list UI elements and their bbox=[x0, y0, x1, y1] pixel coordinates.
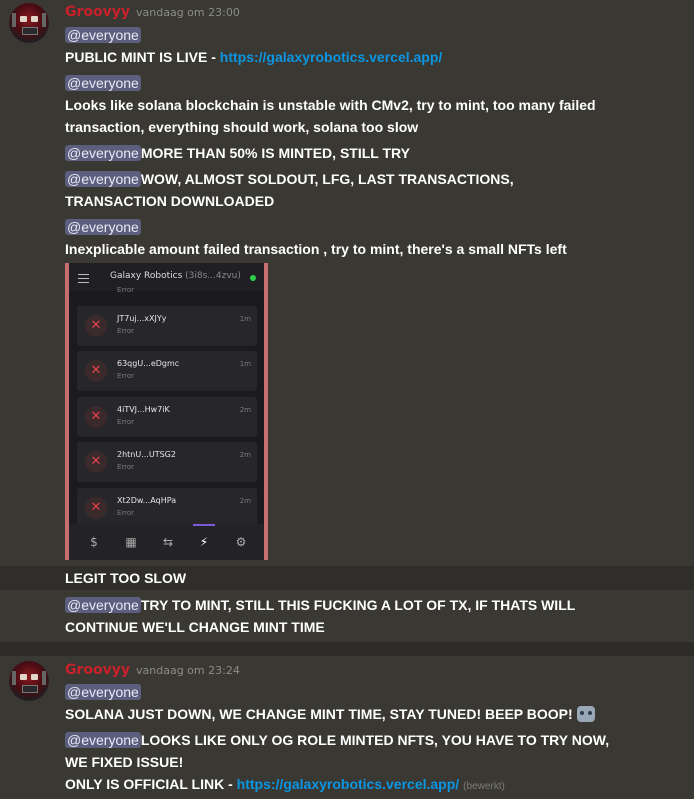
message-header: Groovyy vandaag om 23:00 bbox=[65, 4, 240, 20]
error-x-icon: ✕ bbox=[85, 406, 107, 428]
transaction-row: ✕ 63qgU...eDgmc Error 1m bbox=[77, 351, 257, 391]
wallet-topbar: Galaxy Robotics (3i8s...4zvu) bbox=[69, 263, 264, 291]
connected-dot-icon bbox=[250, 275, 256, 281]
message-line: @everyone LOOKS LIKE ONLY OG ROLE MINTED … bbox=[65, 732, 610, 748]
message-line: PUBLIC MINT IS LIVE - https://galaxyrobo… bbox=[65, 49, 443, 65]
partial-status: Error bbox=[117, 286, 135, 294]
transaction-row: ✕ 4iTVJ...Hw7iK Error 2m bbox=[77, 397, 257, 437]
grid-icon: ▦ bbox=[125, 535, 137, 549]
message-line: TRANSACTION DOWNLOADED bbox=[65, 193, 275, 209]
message-group-1: Groovyy vandaag om 23:00 @everyone PUBLIC… bbox=[0, 0, 694, 660]
attachment-image[interactable]: Galaxy Robotics (3i8s...4zvu) Error ✕ JT… bbox=[65, 263, 268, 560]
official-link[interactable]: https://galaxyrobotics.vercel.app/ bbox=[237, 776, 460, 792]
message-line: @everyone bbox=[65, 72, 141, 94]
user-avatar[interactable] bbox=[9, 3, 49, 43]
timestamp: vandaag om 23:24 bbox=[136, 664, 240, 677]
message-line: transaction, everything should work, sol… bbox=[65, 119, 419, 135]
mention-everyone[interactable]: @everyone bbox=[65, 684, 141, 700]
wallet-title: Galaxy Robotics (3i8s...4zvu) bbox=[110, 271, 241, 281]
message-line: ONLY IS OFFICIAL LINK - https://galaxyro… bbox=[65, 776, 505, 792]
error-x-icon: ✕ bbox=[85, 360, 107, 382]
transaction-row: ✕ JT7uj...xXJYy Error 1m bbox=[77, 306, 257, 346]
message-line: LEGIT TOO SLOW bbox=[65, 570, 187, 586]
swap-icon: ⇆ bbox=[162, 535, 174, 549]
username[interactable]: Groovyy bbox=[65, 4, 130, 20]
menu-icon bbox=[78, 274, 89, 283]
message-line: Inexplicable amount failed transaction ,… bbox=[65, 241, 567, 257]
error-x-icon: ✕ bbox=[85, 315, 107, 337]
message-line: @everyone bbox=[65, 216, 141, 238]
edited-label: (bewerkt) bbox=[463, 781, 505, 792]
mention-everyone[interactable]: @everyone bbox=[65, 597, 141, 613]
mention-everyone[interactable]: @everyone bbox=[65, 27, 141, 43]
mention-everyone[interactable]: @everyone bbox=[65, 219, 141, 235]
mention-everyone[interactable]: @everyone bbox=[65, 732, 141, 748]
mention-everyone[interactable]: @everyone bbox=[65, 75, 141, 91]
robot-emoji bbox=[576, 706, 595, 722]
bolt-icon: ⚡ bbox=[199, 535, 209, 549]
message-line: @everyone bbox=[65, 681, 141, 703]
message-line: @everyone WOW, ALMOST SOLDOUT, LFG, LAST … bbox=[65, 171, 514, 187]
message-line: @everyone bbox=[65, 24, 141, 46]
message-header: Groovyy vandaag om 23:24 bbox=[65, 662, 240, 678]
message-line: @everyone TRY TO MINT, STILL THIS FUCKING… bbox=[65, 597, 576, 613]
message-line: WE FIXED ISSUE! bbox=[65, 754, 184, 770]
message-divider bbox=[0, 642, 694, 656]
timestamp: vandaag om 23:00 bbox=[136, 6, 240, 19]
message-line: Looks like solana blockchain is unstable… bbox=[65, 97, 596, 113]
transaction-row: ✕ 2htnU...UTSG2 Error 2m bbox=[77, 442, 257, 482]
official-link[interactable]: https://galaxyrobotics.vercel.app/ bbox=[220, 49, 443, 65]
gear-icon: ⚙ bbox=[235, 535, 247, 549]
message-group-2: Groovyy vandaag om 23:24 @everyone SOLANA… bbox=[0, 660, 694, 799]
error-x-icon: ✕ bbox=[85, 497, 107, 519]
error-x-icon: ✕ bbox=[85, 451, 107, 473]
dollar-icon: $ bbox=[90, 535, 98, 549]
message-line: @everyone MORE THAN 50% IS MINTED, STILL … bbox=[65, 145, 410, 161]
wallet-nav-bar: $ ▦ ⇆ ⚡ ⚙ bbox=[69, 524, 264, 560]
transaction-row: ✕ Xt2Dw...AqHPa Error 2m bbox=[77, 488, 257, 528]
message-line: CONTINUE WE'LL CHANGE MINT TIME bbox=[65, 619, 325, 635]
mention-everyone[interactable]: @everyone bbox=[65, 171, 141, 187]
message-line: SOLANA JUST DOWN, WE CHANGE MINT TIME, S… bbox=[65, 703, 595, 725]
username[interactable]: Groovyy bbox=[65, 662, 130, 678]
user-avatar[interactable] bbox=[9, 661, 49, 701]
mention-everyone[interactable]: @everyone bbox=[65, 145, 141, 161]
